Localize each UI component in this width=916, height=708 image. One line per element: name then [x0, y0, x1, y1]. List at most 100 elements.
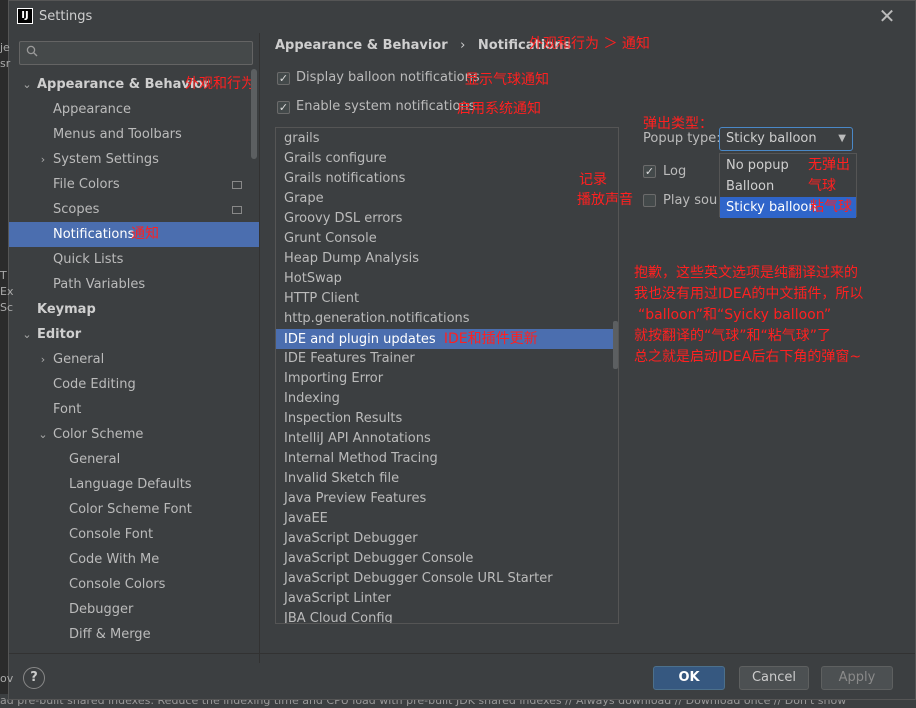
sidebar-item-color-scheme-general[interactable]: General: [9, 447, 259, 472]
popup-option-balloon[interactable]: Balloon 气球: [720, 176, 856, 197]
sidebar-item-code-with-me[interactable]: Code With Me: [9, 547, 259, 572]
sidebar-item-keymap[interactable]: Keymap: [9, 297, 259, 322]
list-item[interactable]: http.generation.notifications: [276, 309, 618, 329]
sidebar-item-appearance[interactable]: Appearance: [9, 97, 259, 122]
popup-type-select[interactable]: Sticky balloon ▼: [719, 127, 853, 151]
sidebar-item-label: Editor: [37, 327, 82, 342]
list-item[interactable]: Grails notifications: [276, 169, 618, 189]
list-item-selected[interactable]: IDE and plugin updates IDE和插件更新: [276, 329, 618, 349]
option-label: No popup: [726, 158, 789, 173]
gutter-text: Sc: [0, 301, 14, 314]
list-item[interactable]: HotSwap: [276, 269, 618, 289]
breadcrumb-separator: ›: [460, 38, 466, 53]
play-sound-checkbox[interactable]: [643, 194, 656, 207]
sidebar-item-code-editing[interactable]: Code Editing: [9, 372, 259, 397]
chevron-right-icon[interactable]: ›: [37, 147, 49, 172]
close-button[interactable]: ✕: [877, 5, 897, 27]
list-scrollbar[interactable]: [613, 321, 618, 369]
list-item[interactable]: JavaScript Debugger Console URL Starter: [276, 569, 618, 589]
sidebar-item-color-scheme-font[interactable]: Color Scheme Font: [9, 497, 259, 522]
chevron-right-icon[interactable]: ›: [37, 347, 49, 372]
list-item[interactable]: Indexing: [276, 389, 618, 409]
breadcrumb-parent[interactable]: Appearance & Behavior: [275, 38, 448, 53]
popup-option-no-popup[interactable]: No popup 无弹出: [720, 155, 856, 176]
option-label: Balloon: [726, 179, 775, 194]
divider: [259, 33, 260, 663]
sidebar-item-label: Menus and Toolbars: [53, 127, 182, 142]
breadcrumb: Appearance & Behavior › Notifications: [275, 38, 571, 53]
chevron-down-icon: ▼: [838, 133, 846, 144]
list-item[interactable]: Importing Error: [276, 369, 618, 389]
sidebar-item-diff-merge[interactable]: Diff & Merge: [9, 622, 259, 647]
list-item[interactable]: HTTP Client: [276, 289, 618, 309]
sidebar-item-quick-lists[interactable]: Quick Lists: [9, 247, 259, 272]
apply-button[interactable]: Apply: [821, 666, 893, 690]
display-balloon-label[interactable]: Display balloon notifications: [296, 70, 480, 85]
sidebar-item-font[interactable]: Font: [9, 397, 259, 422]
list-item[interactable]: Grails configure: [276, 149, 618, 169]
sidebar-item-menus-toolbars[interactable]: Menus and Toolbars: [9, 122, 259, 147]
list-item[interactable]: Groovy DSL errors: [276, 209, 618, 229]
list-item[interactable]: Invalid Sketch file: [276, 469, 618, 489]
title-bar: IJ Settings ✕: [9, 1, 915, 33]
sidebar-item-console-colors[interactable]: Console Colors: [9, 572, 259, 597]
popup-option-sticky-balloon[interactable]: Sticky balloon 粘气球: [720, 197, 856, 218]
sidebar-item-debugger[interactable]: Debugger: [9, 597, 259, 622]
sidebar-item-label: Color Scheme: [53, 427, 144, 442]
notification-groups-list: grails Grails configure Grails notificat…: [275, 127, 619, 624]
log-checkbox[interactable]: ✓: [643, 165, 656, 178]
sidebar-item-file-colors[interactable]: File Colors: [9, 172, 259, 197]
display-balloon-checkbox[interactable]: ✓: [277, 72, 290, 85]
sidebar-item-editor[interactable]: ⌄ Editor: [9, 322, 259, 347]
sidebar-item-label: Font: [53, 402, 82, 417]
annotation: IDE和插件更新: [443, 331, 538, 347]
sidebar-item-label: General: [53, 352, 105, 367]
search-input[interactable]: [19, 41, 253, 65]
project-scope-icon: [232, 181, 242, 189]
log-label[interactable]: Log: [663, 164, 686, 179]
sidebar-item-path-variables[interactable]: Path Variables: [9, 272, 259, 297]
sidebar-item-color-scheme[interactable]: ⌄ Color Scheme: [9, 422, 259, 447]
system-notifications-checkbox[interactable]: ✓: [277, 101, 290, 114]
background-editor-gutter-2: T Ex Sc: [0, 268, 14, 316]
option-label: Sticky balloon: [726, 200, 817, 215]
annotation: 气球: [808, 178, 836, 194]
sidebar-item-label: Scopes: [53, 202, 100, 217]
play-sound-label[interactable]: Play sour: [663, 193, 717, 208]
sidebar-item-general[interactable]: › General: [9, 347, 259, 372]
intellij-icon: IJ: [17, 8, 33, 24]
list-item[interactable]: JavaEE: [276, 509, 618, 529]
chevron-down-icon[interactable]: ⌄: [21, 322, 33, 347]
sidebar-item-scopes[interactable]: Scopes: [9, 197, 259, 222]
list-item[interactable]: Heap Dump Analysis: [276, 249, 618, 269]
list-item[interactable]: Java Preview Features: [276, 489, 618, 509]
sidebar-item-system-settings[interactable]: › System Settings: [9, 147, 259, 172]
list-item[interactable]: JavaScript Debugger Console: [276, 549, 618, 569]
list-item[interactable]: Internal Method Tracing: [276, 449, 618, 469]
annotation: 播放声音: [577, 192, 633, 208]
list-item[interactable]: Inspection Results: [276, 409, 618, 429]
sidebar-scrollbar[interactable]: [251, 69, 257, 159]
sidebar-item-label: Notifications: [53, 227, 135, 242]
sidebar-item-language-defaults[interactable]: Language Defaults: [9, 472, 259, 497]
list-item[interactable]: IDE Features Trainer: [276, 349, 618, 369]
list-item[interactable]: grails: [276, 129, 618, 149]
list-item[interactable]: Grunt Console: [276, 229, 618, 249]
list-item[interactable]: Grape: [276, 189, 618, 209]
chevron-down-icon[interactable]: ⌄: [37, 422, 49, 447]
ok-button[interactable]: OK: [653, 666, 725, 690]
list-item[interactable]: JavaScript Debugger: [276, 529, 618, 549]
chevron-down-icon[interactable]: ⌄: [21, 72, 33, 97]
system-notifications-label[interactable]: Enable system notifications: [296, 99, 475, 114]
cancel-button[interactable]: Cancel: [739, 666, 809, 690]
sidebar-item-console-font[interactable]: Console Font: [9, 522, 259, 547]
help-button[interactable]: ?: [23, 667, 45, 689]
sidebar-item-label: Quick Lists: [53, 252, 124, 267]
list-item[interactable]: JavaScript Linter: [276, 589, 618, 609]
sidebar-item-appearance-behavior[interactable]: ⌄ Appearance & Behavior 外观和行为: [9, 72, 259, 97]
note-line: 我也没有用过IDEA的中文插件，所以: [634, 286, 864, 302]
sidebar-item-label: File Colors: [53, 177, 120, 192]
list-item[interactable]: IntelliJ API Annotations: [276, 429, 618, 449]
list-item[interactable]: JBA Cloud Config: [276, 609, 618, 623]
sidebar-item-notifications[interactable]: Notifications 通知: [9, 222, 259, 247]
